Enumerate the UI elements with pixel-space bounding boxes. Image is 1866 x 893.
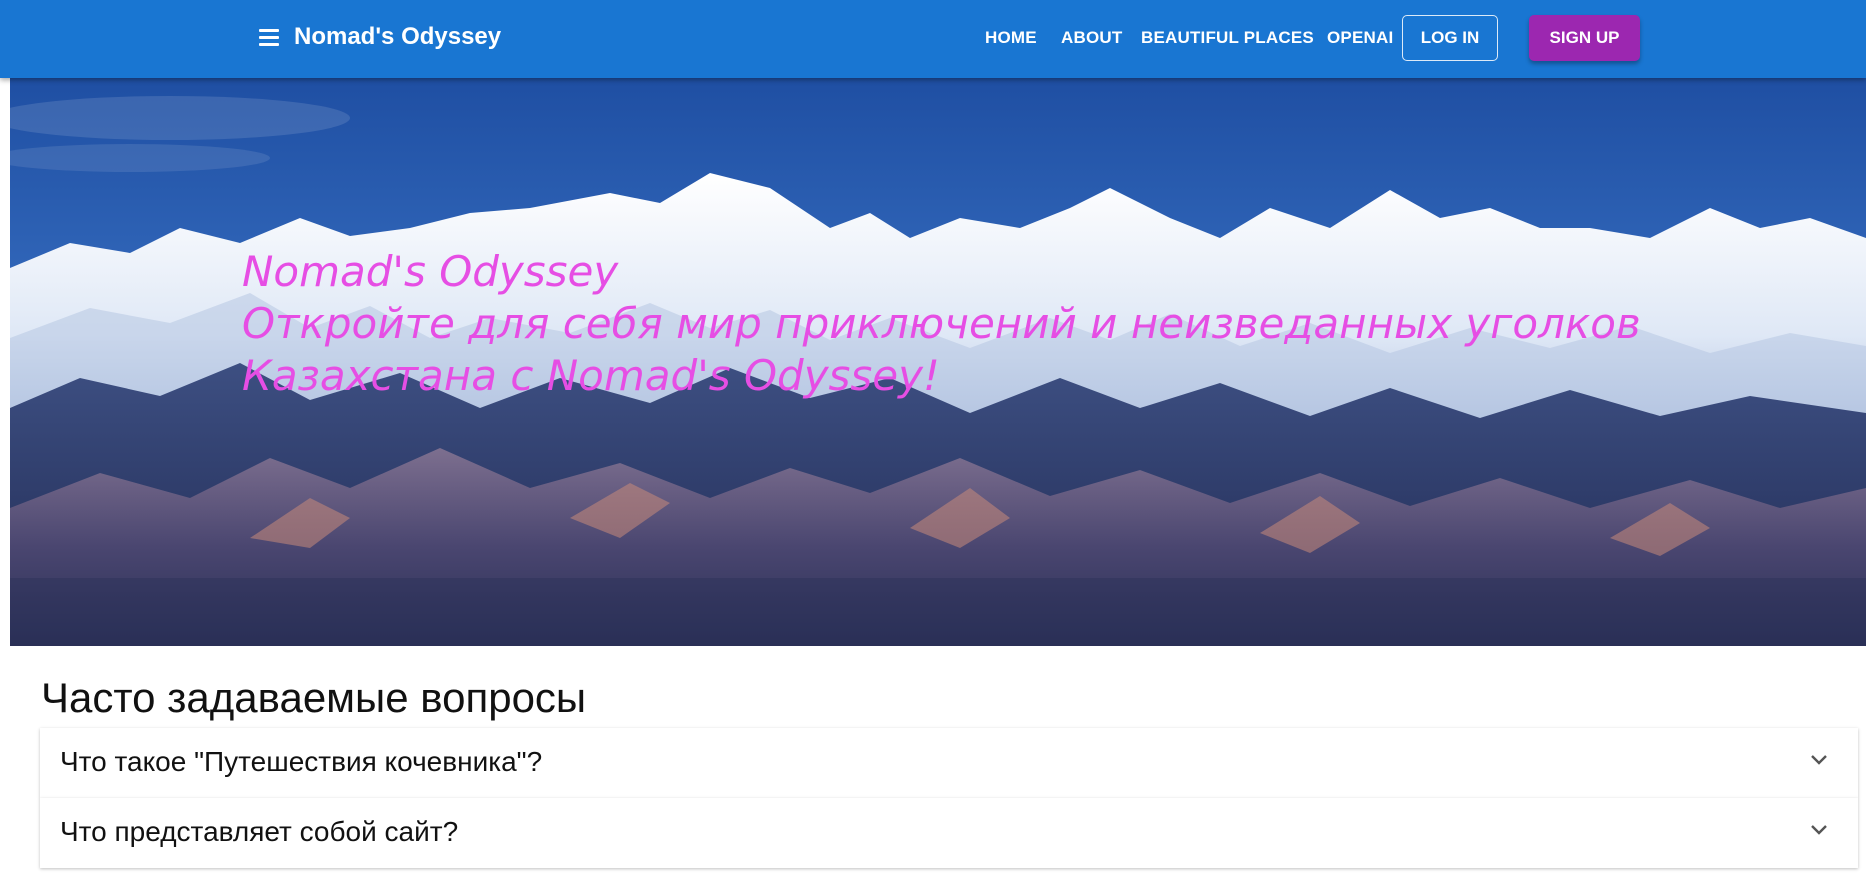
hero-line-tagline: Откройте для себя мир приключений и неиз…	[242, 299, 1641, 348]
nav-beautiful-places[interactable]: BEAUTIFUL PLACES	[1141, 28, 1314, 48]
faq-title: Часто задаваемые вопросы	[41, 674, 587, 721]
hero-headline: Nomad's Odyssey Откройте для себя мир пр…	[242, 246, 1772, 402]
chevron-down-icon	[1811, 755, 1827, 765]
nav-about[interactable]: ABOUT	[1061, 28, 1122, 48]
hero-line-brand: Nomad's Odyssey	[242, 247, 619, 296]
faq-item-what-is[interactable]: Что такое "Путешествия кочевника"?	[40, 728, 1858, 798]
login-button[interactable]: LOG IN	[1402, 15, 1498, 61]
signup-button[interactable]: SIGN UP	[1529, 15, 1640, 61]
faq-question: Что представляет собой сайт?	[60, 816, 459, 847]
menu-icon[interactable]	[256, 25, 282, 51]
nav-openai[interactable]: OPENAI	[1327, 28, 1393, 48]
faq-question: Что такое "Путешествия кочевника"?	[60, 746, 543, 777]
nav-home[interactable]: HOME	[985, 28, 1037, 48]
brand-title[interactable]: Nomad's Odyssey	[294, 23, 501, 51]
hero-line-tagline-end: Казахстана с Nomad's Odyssey!	[242, 351, 940, 400]
hero-banner: Nomad's Odyssey Откройте для себя мир пр…	[10, 78, 1866, 646]
chevron-down-icon	[1811, 825, 1827, 835]
faq-item-site[interactable]: Что представляет собой сайт?	[40, 798, 1858, 868]
app-bar: Nomad's Odyssey HOME ABOUT BEAUTIFUL PLA…	[0, 0, 1866, 78]
